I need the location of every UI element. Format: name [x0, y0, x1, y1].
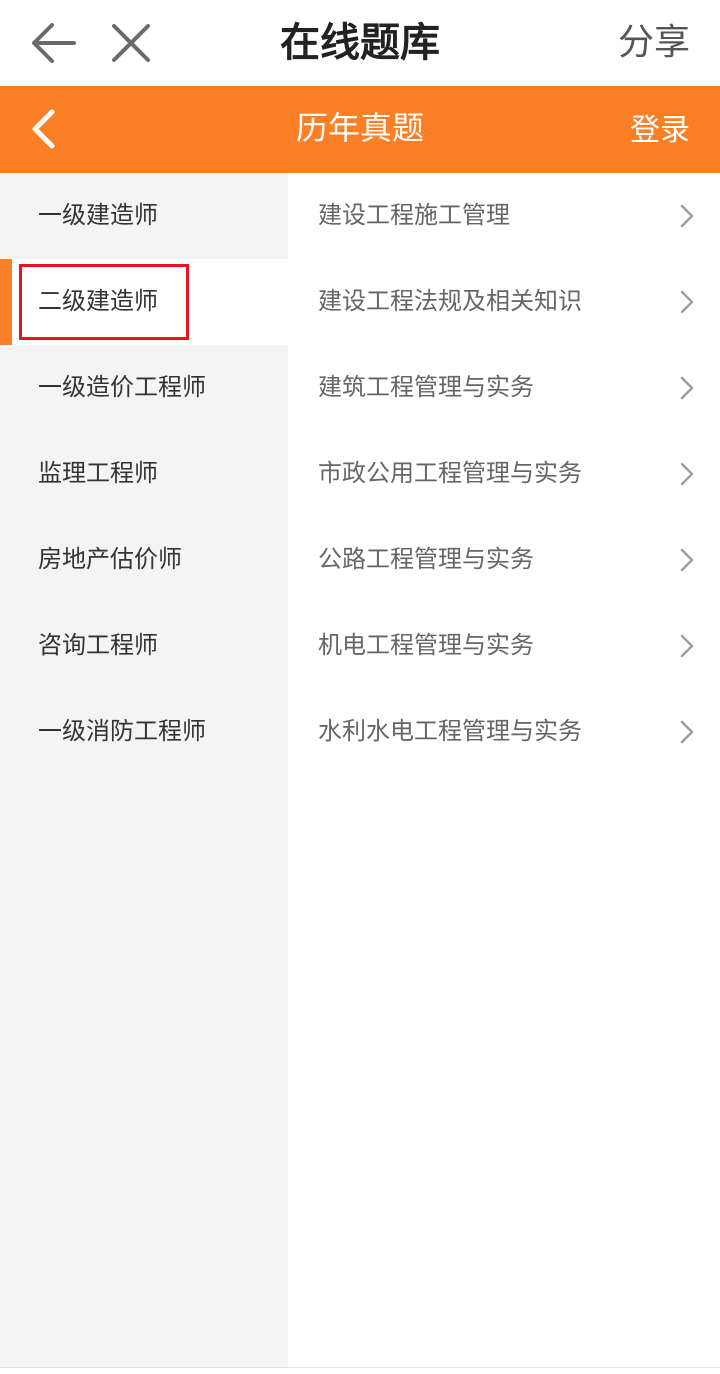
active-indicator — [0, 259, 12, 345]
sidebar-item-label: 监理工程师 — [38, 459, 158, 487]
highlight-box — [19, 264, 189, 340]
chevron-right-icon — [680, 462, 694, 486]
chevron-right-icon — [680, 290, 694, 314]
bottom-divider — [0, 1367, 720, 1368]
sidebar-item-yiji-zaojia-gongchengshi[interactable]: 一级造价工程师 — [0, 345, 288, 431]
subject-list: 建设工程施工管理 建设工程法规及相关知识 建筑工程管理与实务 市政公用工程管理与… — [288, 173, 720, 1367]
list-item[interactable]: 机电工程管理与实务 — [288, 603, 720, 689]
category-sidebar: 一级建造师 二级建造师 一级造价工程师 监理工程师 房地产估价师 咨询工程师 一… — [0, 173, 288, 1367]
sidebar-item-yiji-xiaofang-gongchengshi[interactable]: 一级消防工程师 — [0, 689, 288, 775]
list-item-label: 机电工程管理与实务 — [318, 631, 534, 659]
list-item[interactable]: 水利水电工程管理与实务 — [288, 689, 720, 775]
sidebar-item-label: 一级造价工程师 — [38, 373, 206, 401]
sidebar-item-label: 一级建造师 — [38, 201, 158, 229]
page-title: 在线题库 — [280, 20, 440, 66]
sidebar-item-fangdichan-gujiashi[interactable]: 房地产估价师 — [0, 517, 288, 603]
chevron-right-icon — [680, 634, 694, 658]
list-item-label: 建筑工程管理与实务 — [318, 373, 534, 401]
list-item[interactable]: 公路工程管理与实务 — [288, 517, 720, 603]
sidebar-item-label: 咨询工程师 — [38, 631, 158, 659]
list-item-label: 建设工程法规及相关知识 — [318, 287, 582, 315]
sidebar-item-yiji-jianzaoshi[interactable]: 一级建造师 — [0, 173, 288, 259]
list-item[interactable]: 市政公用工程管理与实务 — [288, 431, 720, 517]
chevron-right-icon — [680, 720, 694, 744]
list-item[interactable]: 建设工程法规及相关知识 — [288, 259, 720, 345]
top-app-bar: 在线题库 分享 — [0, 0, 720, 86]
chevron-right-icon — [680, 376, 694, 400]
share-button[interactable]: 分享 — [618, 0, 690, 86]
section-header: 历年真题 登录 — [0, 86, 720, 173]
login-button[interactable]: 登录 — [630, 86, 690, 173]
list-item-label: 建设工程施工管理 — [318, 201, 510, 229]
chevron-right-icon — [680, 548, 694, 572]
list-item-label: 公路工程管理与实务 — [318, 545, 534, 573]
list-item-label: 水利水电工程管理与实务 — [318, 717, 582, 745]
section-title: 历年真题 — [295, 109, 424, 147]
sidebar-item-label: 房地产估价师 — [38, 545, 182, 573]
list-item[interactable]: 建设工程施工管理 — [288, 173, 720, 259]
sidebar-item-erji-jianzaoshi[interactable]: 二级建造师 — [0, 259, 288, 345]
sidebar-item-label: 一级消防工程师 — [38, 717, 206, 745]
chevron-right-icon — [680, 204, 694, 228]
sidebar-item-jianli-gongchengshi[interactable]: 监理工程师 — [0, 431, 288, 517]
list-item[interactable]: 建筑工程管理与实务 — [288, 345, 720, 431]
sidebar-item-zixun-gongchengshi[interactable]: 咨询工程师 — [0, 603, 288, 689]
list-item-label: 市政公用工程管理与实务 — [318, 459, 582, 487]
